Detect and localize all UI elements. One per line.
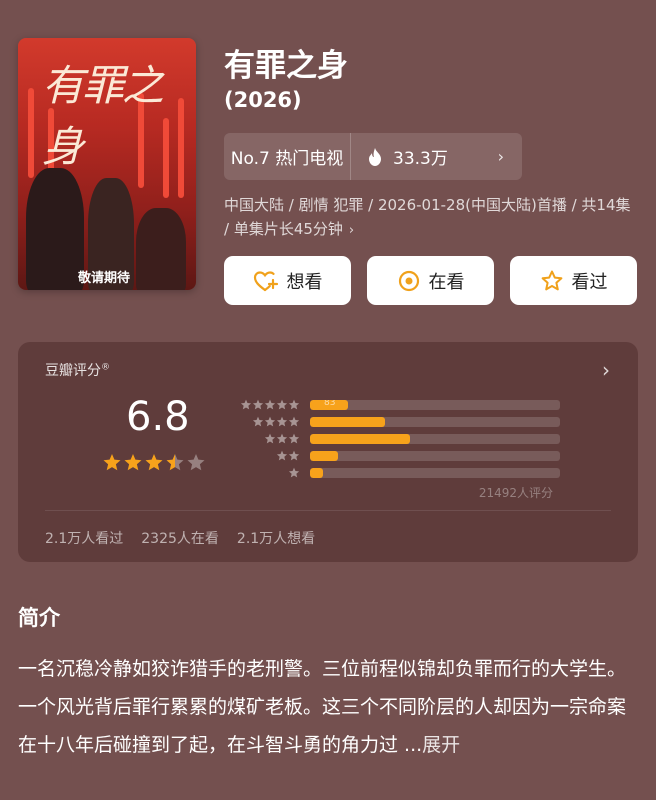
poster-image[interactable]: 有罪之身 敬请期待 [18, 38, 196, 290]
distribution-row [228, 464, 560, 481]
small-star-icon [288, 399, 300, 409]
small-star-icon [264, 416, 276, 426]
bar-track [310, 467, 560, 478]
intro-body: 一名沉稳冷静如狡诈猎手的老刑警。三位前程似锦却负罪而行的大学生。一个风光背后罪行… [18, 658, 627, 756]
watched-label: 看过 [571, 271, 608, 293]
bar-fill [310, 450, 338, 461]
distribution-row: 83 [228, 396, 560, 413]
small-star-icon [288, 416, 300, 426]
intro-heading: 简介 [18, 606, 60, 630]
score-stars [102, 452, 210, 478]
distribution-row [228, 413, 560, 430]
chevron-right-icon: › [348, 223, 355, 238]
small-star-icon [252, 399, 264, 409]
score-star-icon [166, 454, 184, 471]
bar-fill [310, 416, 385, 427]
bar-track [310, 450, 560, 461]
small-star-icon [276, 399, 288, 409]
small-star-icon [240, 399, 252, 409]
show-title: 有罪之身 [224, 48, 348, 84]
flame-icon [369, 147, 381, 166]
row-stars [228, 416, 300, 428]
rating-count: 21492人评分 [478, 486, 553, 500]
poster-title-art: 有罪之身 [42, 61, 164, 171]
small-star-icon [276, 416, 288, 426]
row-stars [228, 467, 300, 479]
divider [45, 510, 611, 511]
rating-score: 6.8 [126, 394, 190, 440]
bar-fill [310, 467, 323, 478]
small-star-icon [288, 450, 300, 460]
small-star-icon [276, 450, 288, 460]
small-star-icon [264, 433, 276, 443]
heat-value: 33.3万 [393, 149, 448, 169]
poster-tagline: 敬请期待 [78, 271, 131, 286]
rank-box[interactable]: No.7 热门电视 33.3万 › [224, 133, 522, 180]
distribution-row [228, 430, 560, 447]
heat-indicator[interactable]: 33.3万 › [351, 133, 522, 180]
bar-track [310, 433, 560, 444]
meta-text: 中国大陆 / 剧情 犯罪 / 2026-01-28(中国大陆)首播 / 共14集… [224, 196, 631, 238]
score-star-icon [145, 454, 163, 471]
watch-stats: 2.1万人看过 2325人在看 2.1万人想看 [45, 528, 315, 548]
small-star-icon [264, 399, 276, 409]
score-star-icon [103, 454, 121, 471]
row-stars [228, 399, 300, 411]
distribution-row [228, 447, 560, 464]
bar-fill [310, 433, 410, 444]
watching-count: 2325人在看 [141, 531, 219, 547]
intro-text: 一名沉稳冷静如狡诈猎手的老刑警。三位前程似锦却负罪而行的大学生。一个风光背后罪行… [18, 650, 638, 764]
rating-label: 豆瓣评分® [45, 362, 110, 379]
show-meta[interactable]: 中国大陆 / 剧情 犯罪 / 2026-01-28(中国大陆)首播 / 共14集… [224, 193, 634, 243]
chevron-right-icon[interactable]: › [602, 358, 610, 382]
watched-count: 2.1万人看过 [45, 531, 124, 547]
want-to-watch-label: 想看 [286, 271, 323, 293]
chevron-right-icon: › [497, 147, 504, 166]
watching-button[interactable]: 在看 [367, 256, 494, 305]
rating-distribution: 83 [228, 396, 560, 481]
bar-tooltip: 83 [324, 399, 336, 408]
small-star-icon [252, 416, 264, 426]
rank-label[interactable]: No.7 热门电视 [224, 133, 351, 180]
score-star-icon [187, 454, 205, 471]
watching-label: 在看 [428, 271, 465, 293]
bar-track: 83 [310, 399, 560, 410]
rating-card[interactable]: 豆瓣评分® › 6.8 83 21492人评分 2.1万人看过 2325人在看 … [18, 342, 638, 562]
watched-button[interactable]: 看过 [510, 256, 637, 305]
bar-track [310, 416, 560, 427]
row-stars [228, 450, 300, 462]
target-circle-icon [398, 270, 419, 291]
score-star-icon [124, 454, 142, 471]
action-buttons: 想看 在看 看过 [224, 256, 637, 305]
want-count: 2.1万人想看 [236, 531, 316, 547]
star-outline-icon [541, 270, 562, 290]
heart-plus-icon [253, 270, 278, 291]
row-stars [228, 433, 300, 445]
expand-link[interactable]: 展开 [422, 734, 460, 756]
want-to-watch-button[interactable]: 想看 [224, 256, 351, 305]
small-star-icon [288, 433, 300, 443]
small-star-icon [288, 467, 300, 477]
small-star-icon [276, 433, 288, 443]
show-year: (2026) [224, 88, 302, 112]
